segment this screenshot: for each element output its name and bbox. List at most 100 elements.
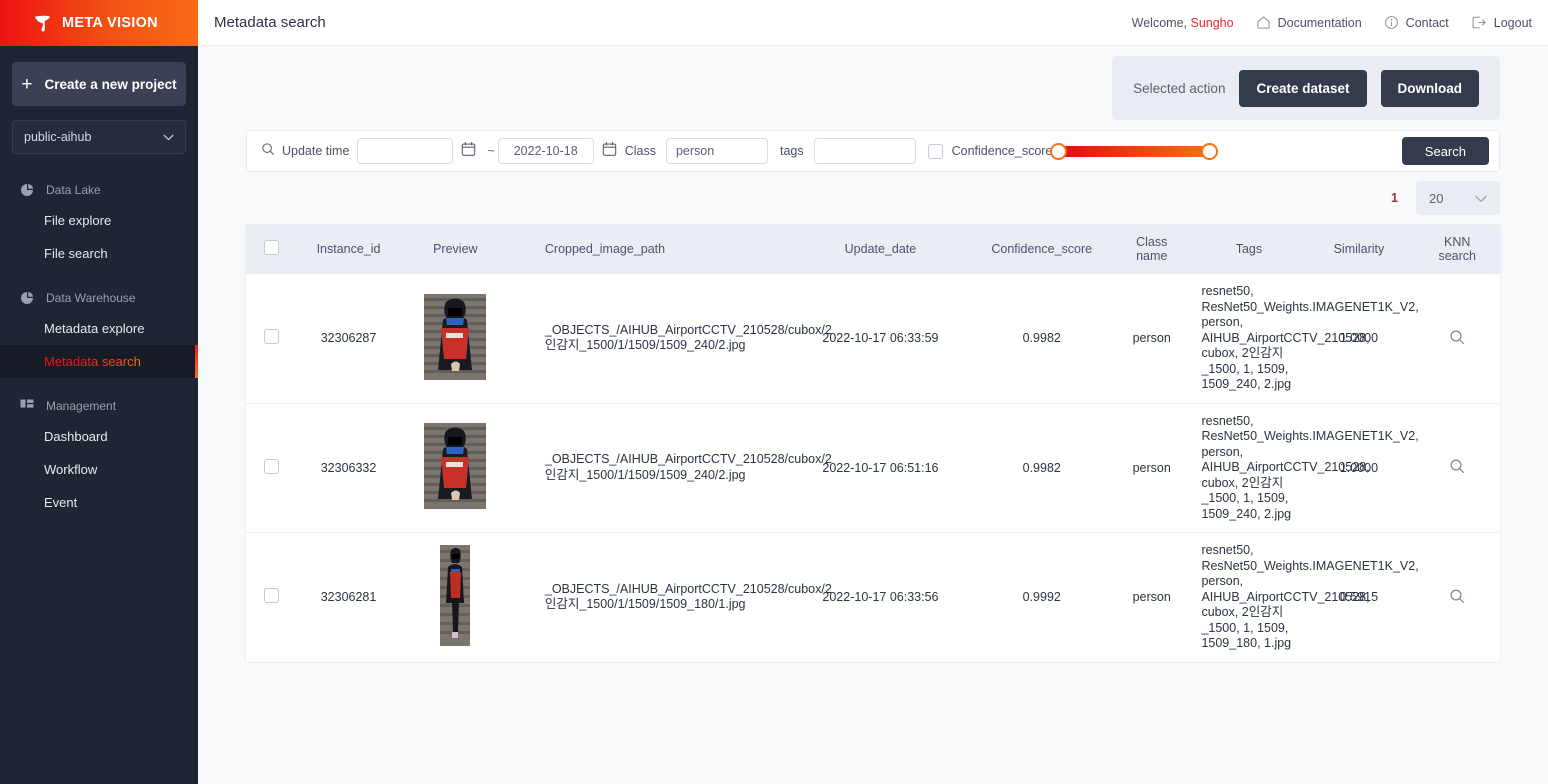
action-bar-row: Selected action Create dataset Download: [198, 46, 1548, 130]
cell-class-name: person: [1132, 331, 1171, 346]
flag-logo-icon: [32, 13, 53, 34]
download-button[interactable]: Download: [1380, 69, 1479, 107]
search-button[interactable]: Search: [1401, 137, 1489, 165]
main-area: Metadata search Welcome, Sungho Document…: [198, 0, 1548, 784]
col-preview[interactable]: Preview: [399, 224, 511, 274]
slider-handle-max[interactable]: [1201, 142, 1219, 160]
contact-link[interactable]: Contact: [1384, 15, 1449, 30]
app-root: META VISION + Create a new project publi…: [0, 0, 1548, 784]
cell-cropped-image-path: _OBJECTS_/AIHUB_AirportCCTV_210528/cubox…: [510, 532, 832, 662]
table-row[interactable]: 32306281 _OBJECTS_/AIHUB_AirportCCTV_210…: [246, 532, 1500, 662]
home-icon: [1256, 15, 1271, 30]
col-confidence-score[interactable]: Confidence_score: [974, 224, 1110, 274]
magnifier-icon[interactable]: [1449, 458, 1465, 477]
sidebar-item-label: File search: [44, 246, 108, 261]
nav-group-label: Management: [46, 399, 117, 413]
preview-thumbnail[interactable]: [424, 293, 487, 380]
pie-chart-icon: [20, 183, 34, 197]
table-row[interactable]: 32306287 _OBJECTS_/AIHUB_AirportCCTV_210…: [246, 274, 1500, 403]
page-size-value: 20: [1429, 190, 1444, 206]
sidebar-item-metadata-search[interactable]: Metadata search: [0, 345, 198, 378]
cell-update-date: 2022-10-17 06:51:16: [786, 402, 975, 533]
nav-group-management: Management: [0, 392, 198, 420]
row-checkbox[interactable]: [264, 458, 280, 474]
col-update-date[interactable]: Update_date: [786, 224, 975, 274]
welcome-text: Welcome, Sungho: [1132, 16, 1234, 30]
confidence-score-checkbox[interactable]: [927, 143, 943, 159]
create-dataset-button[interactable]: Create dataset: [1239, 69, 1367, 107]
class-input[interactable]: [665, 138, 768, 164]
confidence-score-label: Confidence_score: [951, 144, 1053, 158]
dashboard-grid-icon: [20, 399, 34, 413]
nav-group-label: Data Lake: [46, 183, 101, 197]
search-icon: [261, 142, 275, 161]
table-row[interactable]: 32306332 _OBJECTS_/AIHUB_AirportCCTV_210…: [246, 402, 1500, 533]
cell-tags: resnet50, ResNet50_Weights.IMAGENET1K_V2…: [1194, 402, 1419, 533]
sidebar-item-file-search[interactable]: File search: [0, 237, 198, 270]
project-select-wrap: public-aihub: [0, 106, 198, 154]
pie-chart-icon: [20, 291, 34, 305]
selected-action-label: Selected action: [1133, 80, 1226, 96]
row-select-cell: [246, 402, 298, 533]
nav-group-label: Data Warehouse: [46, 291, 136, 305]
sidebar: META VISION + Create a new project publi…: [0, 0, 198, 784]
col-similarity[interactable]: Similarity: [1303, 224, 1415, 274]
logout-icon: [1471, 15, 1487, 30]
sidebar-item-metadata-explore[interactable]: Metadata explore: [0, 312, 198, 345]
logout-label: Logout: [1493, 15, 1532, 30]
cell-update-date: 2022-10-17 06:33:59: [822, 331, 939, 346]
welcome-prefix: Welcome,: [1131, 15, 1191, 30]
sidebar-item-label: Workflow: [44, 462, 98, 477]
row-checkbox[interactable]: [264, 329, 280, 345]
sidebar-item-dashboard[interactable]: Dashboard: [0, 420, 198, 453]
slider-handle-min[interactable]: [1050, 142, 1068, 160]
date-from-input[interactable]: [357, 138, 454, 164]
confidence-score-slider[interactable]: [1050, 142, 1219, 160]
topbar: Metadata search Welcome, Sungho Document…: [198, 0, 1548, 46]
selected-action-panel: Selected action Create dataset Download: [1112, 56, 1500, 120]
class-label: Class: [624, 144, 656, 158]
preview-thumbnail[interactable]: [440, 545, 471, 647]
update-time-label: Update time: [282, 144, 350, 158]
cell-confidence-score: 0.9982: [1022, 331, 1061, 346]
contact-label: Contact: [1405, 15, 1449, 30]
documentation-link[interactable]: Documentation: [1256, 15, 1362, 30]
page-number-1[interactable]: 1: [1391, 191, 1398, 205]
nav-group-data-warehouse: Data Warehouse: [0, 284, 198, 312]
calendar-icon[interactable]: [602, 141, 617, 162]
documentation-label: Documentation: [1277, 15, 1362, 30]
project-select[interactable]: public-aihub: [12, 120, 186, 154]
magnifier-icon[interactable]: [1449, 329, 1465, 348]
preview-thumbnail[interactable]: [424, 423, 487, 510]
row-checkbox[interactable]: [264, 588, 280, 604]
calendar-icon[interactable]: [461, 141, 476, 162]
col-instance-id[interactable]: Instance_id: [297, 224, 400, 274]
col-class-name-line1: Class: [1136, 235, 1168, 249]
create-new-project-button[interactable]: + Create a new project: [12, 62, 186, 106]
col-knn-line1: KNN: [1444, 235, 1471, 249]
cell-preview: [400, 274, 511, 403]
magnifier-icon[interactable]: [1449, 588, 1465, 607]
logout-link[interactable]: Logout: [1471, 15, 1532, 30]
col-knn-search[interactable]: KNN search: [1414, 224, 1500, 274]
cell-tags: resnet50, ResNet50_Weights.IMAGENET1K_V2…: [1194, 532, 1419, 662]
project-select-value: public-aihub: [24, 130, 92, 144]
date-to-input[interactable]: [497, 138, 594, 164]
page-size-select[interactable]: 20: [1416, 181, 1500, 215]
sidebar-item-label: Event: [44, 495, 78, 510]
sidebar-item-workflow[interactable]: Workflow: [0, 453, 198, 486]
tags-input[interactable]: [813, 138, 916, 164]
sidebar-nav: Data Lake File explore File search Data …: [0, 176, 198, 519]
nav-group-data-lake: Data Lake: [0, 176, 198, 204]
col-tags[interactable]: Tags: [1194, 224, 1304, 274]
col-cropped-image-path[interactable]: Cropped_image_path: [510, 224, 787, 274]
select-all-checkbox[interactable]: [264, 240, 280, 255]
cell-confidence-score: 0.9992: [974, 532, 1110, 662]
col-class-name[interactable]: Class name: [1109, 224, 1195, 274]
sidebar-item-event[interactable]: Event: [0, 486, 198, 519]
filter-bar: Update time ~ Class tags Confidence_scor…: [246, 130, 1500, 172]
sidebar-item-file-explore[interactable]: File explore: [0, 204, 198, 237]
sidebar-item-label: Metadata explore: [44, 321, 145, 336]
cell-cropped-image-path: _OBJECTS_/AIHUB_AirportCCTV_210528/cubox…: [544, 322, 832, 353]
cell-knn-search: [1414, 402, 1500, 533]
